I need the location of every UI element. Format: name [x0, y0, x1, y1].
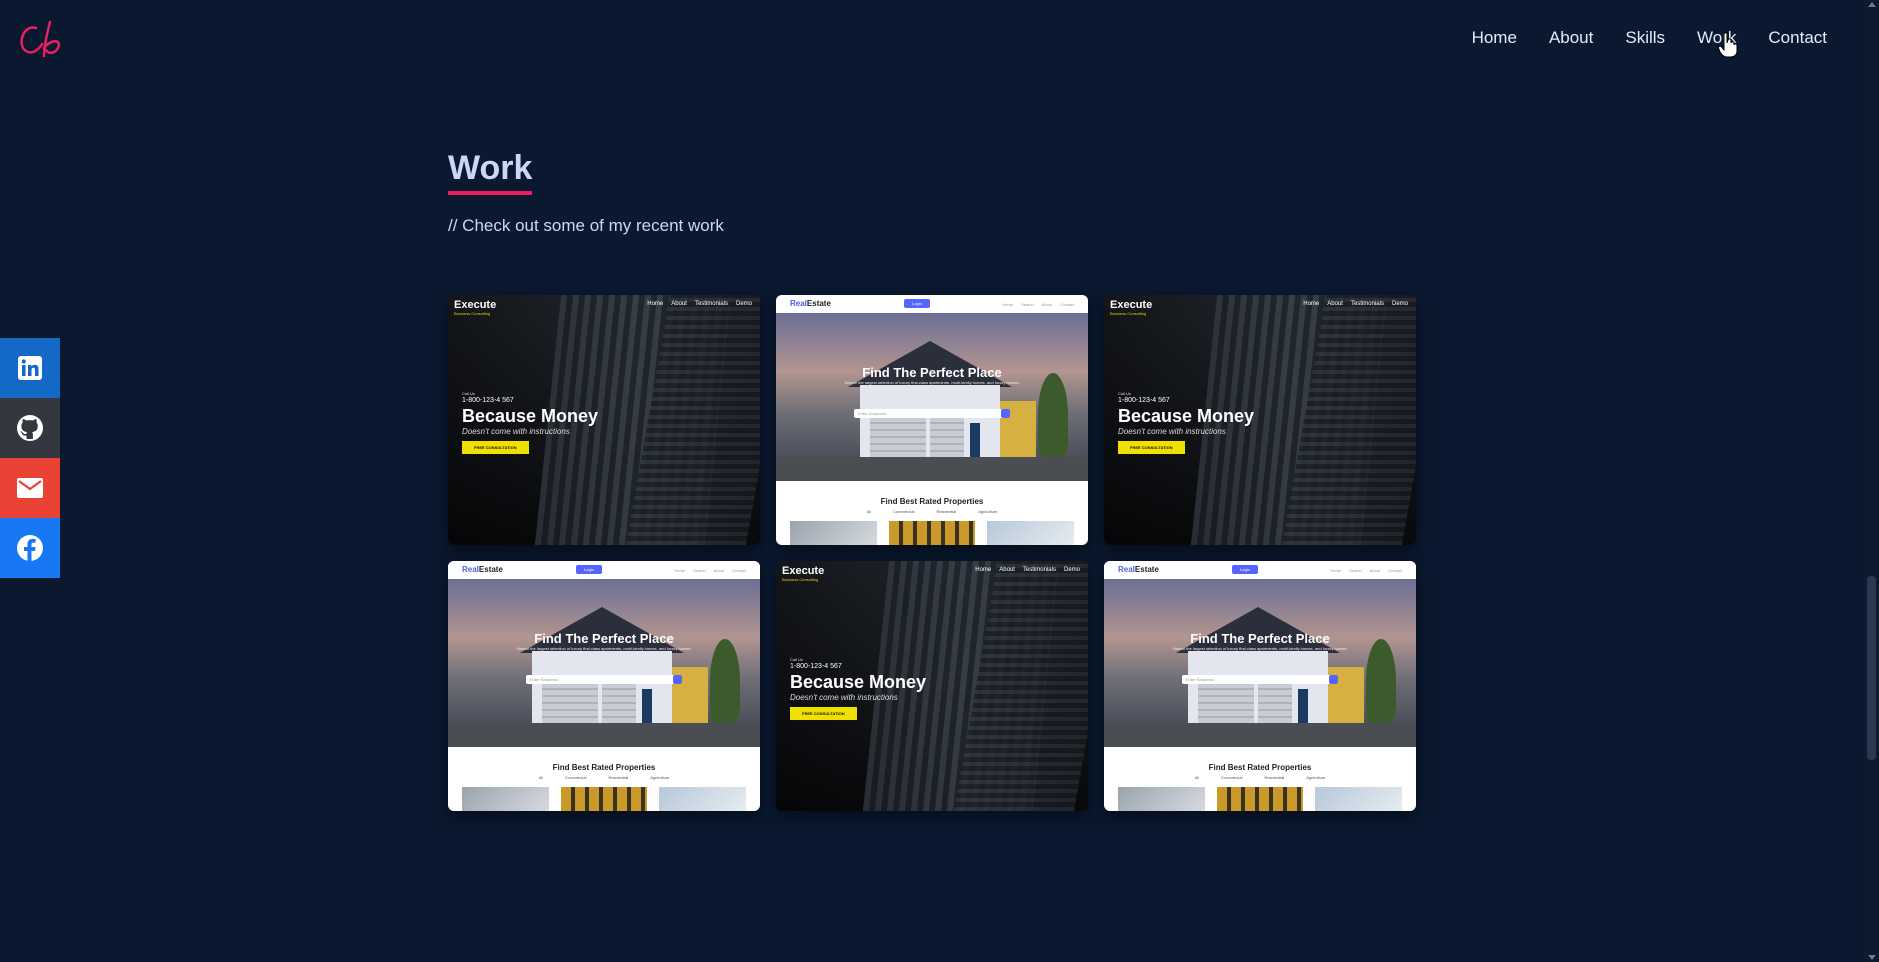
property-thumbnails	[790, 521, 1075, 545]
main-nav: Home About Skills Work Contact	[1472, 28, 1827, 48]
project-brand: Execute	[454, 299, 497, 311]
call-label: Call Us	[462, 391, 475, 396]
project-brand: RealEstate	[1118, 565, 1159, 574]
project-brand: RealEstate	[790, 299, 831, 308]
consultation-button: FREE CONSULTATION	[790, 707, 857, 720]
scroll-down-icon[interactable]	[1868, 955, 1876, 960]
project-subline: Search the largest selection of luxury f…	[844, 380, 1020, 385]
phone-number: 1-800-123-4 567	[1118, 397, 1170, 404]
work-grid: Execute Business Consulting Home About T…	[448, 295, 1416, 811]
search-icon	[673, 675, 682, 684]
phone-number: 1-800-123-4 567	[790, 663, 842, 670]
project-nav: Home Search About Contact	[1002, 302, 1074, 307]
scroll-up-icon[interactable]	[1868, 2, 1876, 7]
project-headline: Find The Perfect Place	[534, 631, 674, 646]
project-nav: Home About Testimonials Demo	[975, 567, 1080, 573]
project-nav: Home About Testimonials Demo	[647, 301, 752, 307]
project-nav: Home Search About Contact	[1330, 568, 1402, 573]
nav-about[interactable]: About	[1549, 28, 1593, 48]
property-tabs: All Commercial Residential Agriculture	[866, 509, 998, 514]
facebook-link[interactable]	[0, 518, 60, 578]
social-sidebar	[0, 338, 60, 578]
call-label: Call Us	[790, 657, 803, 662]
project-card-realestate[interactable]: RealEstate Login Home Search About Contact …	[1104, 561, 1416, 811]
page-scrollbar[interactable]	[1864, 0, 1879, 962]
project-brand-sub: Business Consulting	[454, 311, 491, 316]
linkedin-icon	[18, 356, 42, 380]
section-title: Work	[448, 149, 533, 196]
linkedin-link[interactable]	[0, 338, 60, 398]
hand-cursor-icon	[1718, 32, 1738, 58]
project-subline: Doesn't come with instructions	[1118, 427, 1226, 436]
login-button: Login	[576, 565, 602, 574]
project-headline: Because Money	[462, 406, 599, 426]
house-image	[448, 579, 760, 747]
project-subline: Search the largest selection of luxury f…	[516, 646, 692, 651]
search-icon	[1329, 675, 1338, 684]
best-properties-title: Find Best Rated Properties	[1208, 763, 1312, 772]
login-button: Login	[1232, 565, 1258, 574]
section-subtitle: // Check out some of my recent work	[448, 216, 724, 235]
property-thumbnails	[1118, 787, 1403, 811]
project-brand: Execute	[1110, 299, 1153, 311]
project-subline: Doesn't come with instructions	[462, 427, 570, 436]
nav-home[interactable]: Home	[1472, 28, 1517, 48]
consultation-button: FREE CONSULTATION	[1118, 441, 1185, 454]
house-image	[1104, 579, 1416, 747]
nav-skills[interactable]: Skills	[1625, 28, 1665, 48]
house-image	[776, 313, 1088, 481]
facebook-icon	[17, 535, 43, 561]
best-properties-title: Find Best Rated Properties	[552, 763, 656, 772]
logo[interactable]	[14, 18, 70, 62]
email-link[interactable]	[0, 458, 60, 518]
project-headline: Because Money	[790, 672, 927, 692]
search-bar: Enter Keywords	[854, 409, 1010, 418]
project-brand: Execute	[782, 565, 825, 577]
project-brand: RealEstate	[462, 565, 503, 574]
project-card-execute[interactable]: Execute Business Consulting Home About Tes…	[776, 561, 1088, 811]
project-subline: Search the largest selection of luxury f…	[1172, 646, 1348, 651]
project-subline: Doesn't come with instructions	[790, 693, 898, 702]
property-tabs: All Commercial Residential Agriculture	[1194, 775, 1326, 780]
phone-number: 1-800-123-4 567	[462, 397, 514, 404]
property-thumbnails	[462, 787, 747, 811]
login-button: Login	[904, 299, 930, 308]
project-headline: Because Money	[1118, 406, 1255, 426]
best-properties-title: Find Best Rated Properties	[880, 497, 984, 506]
search-bar: Enter Keywords	[526, 675, 682, 684]
github-icon	[17, 415, 43, 441]
property-tabs: All Commercial Residential Agriculture	[538, 775, 670, 780]
search-icon	[1001, 409, 1010, 418]
project-card-realestate[interactable]: RealEstate Login Home Search About Contact …	[776, 295, 1088, 545]
consultation-button: FREE CONSULTATION	[462, 441, 529, 454]
project-brand-sub: Business Consulting	[1110, 311, 1147, 316]
search-bar: Enter Keywords	[1182, 675, 1338, 684]
project-nav: Home About Testimonials Demo	[1303, 301, 1408, 307]
nav-contact[interactable]: Contact	[1768, 28, 1827, 48]
project-card-realestate[interactable]: RealEstate Login Home Search About Contact …	[448, 561, 760, 811]
project-card-execute[interactable]: Execute Business Consulting Home About Tes…	[1104, 295, 1416, 545]
project-headline: Find The Perfect Place	[1190, 631, 1330, 646]
project-headline: Find The Perfect Place	[862, 365, 1002, 380]
project-card-execute[interactable]: Execute Business Consulting Home About T…	[448, 295, 760, 545]
scrollbar-thumb[interactable]	[1867, 576, 1876, 760]
call-label: Call Us	[1118, 391, 1131, 396]
project-nav: Home Search About Contact	[674, 568, 746, 573]
mail-icon	[17, 478, 43, 498]
github-link[interactable]	[0, 398, 60, 458]
project-brand-sub: Business Consulting	[782, 577, 819, 582]
